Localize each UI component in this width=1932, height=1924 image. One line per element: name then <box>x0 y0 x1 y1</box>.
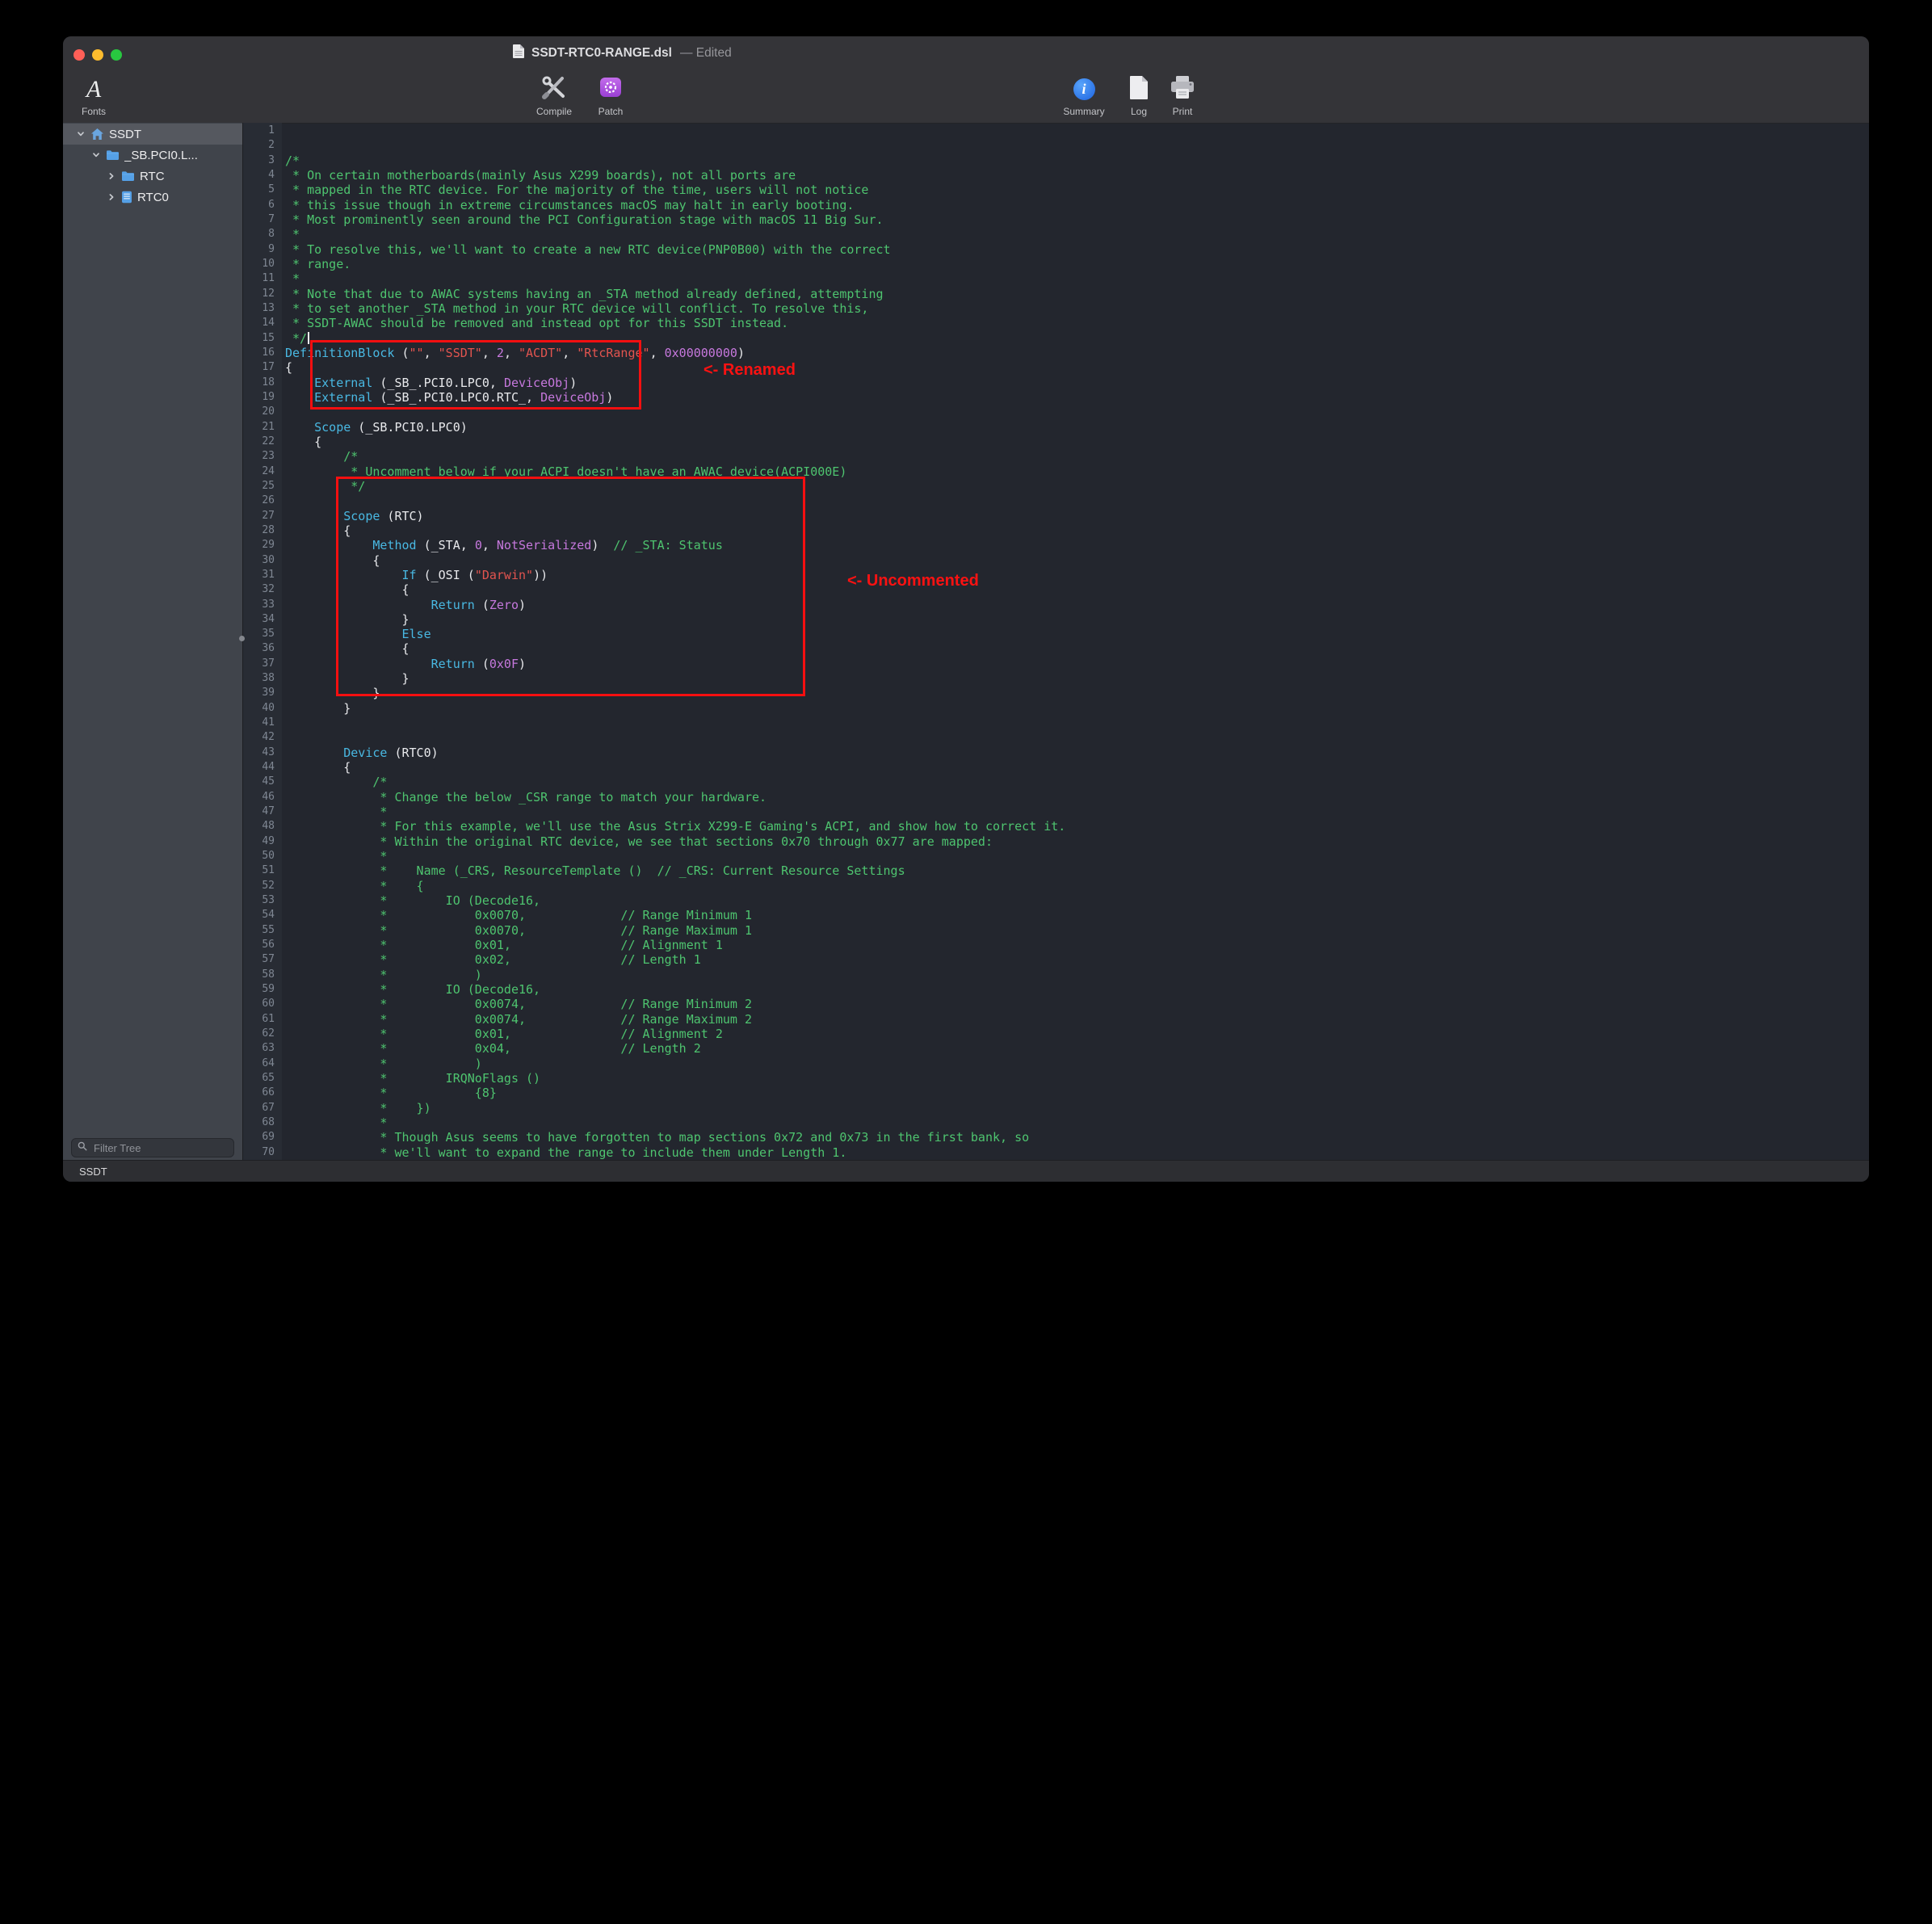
titlebar: SSDT-RTC0-RANGE.dsl — Edited <box>63 36 1869 70</box>
printer-icon <box>1170 75 1195 103</box>
close-button[interactable] <box>74 49 85 61</box>
sidebar-item-label: RTC0 <box>137 191 169 204</box>
chevron-down-icon[interactable] <box>76 130 86 138</box>
info-icon: i <box>1073 78 1095 100</box>
sidebar-item-label: _SB.PCI0.L... <box>124 149 198 162</box>
window-title: SSDT-RTC0-RANGE.dsl — Edited <box>512 36 732 70</box>
window-title-edited: — Edited <box>680 46 732 61</box>
uncommented-annotation: <- Uncommented <box>847 573 979 588</box>
line-numbers: 1234567891011121314151617181920212223242… <box>243 123 282 1161</box>
fonts-button[interactable]: A Fonts <box>63 74 124 117</box>
status-bar: SSDT <box>63 1160 1869 1182</box>
compile-tools-icon <box>540 74 569 104</box>
home-icon <box>90 128 104 141</box>
folder-icon <box>121 170 135 182</box>
fonts-icon: A <box>86 78 101 102</box>
toolbar: A Fonts Compile Patch i Summary <box>63 70 1869 124</box>
sidebar: SSDT _SB.PCI0.L... RTC RTC0 <box>63 123 243 1161</box>
summary-button[interactable]: i Summary <box>1053 74 1115 117</box>
status-bar-path: SSDT <box>79 1166 107 1178</box>
window-title-text: SSDT-RTC0-RANGE.dsl <box>531 46 672 61</box>
sidebar-item-rtc0[interactable]: RTC0 <box>63 187 242 208</box>
search-icon <box>78 1141 87 1155</box>
sidebar-item-ssdt[interactable]: SSDT <box>63 124 242 145</box>
minimize-button[interactable] <box>92 49 103 61</box>
maciasl-window: SSDT-RTC0-RANGE.dsl — Edited A Fonts Com… <box>63 36 1869 1182</box>
chevron-down-icon[interactable] <box>91 151 101 159</box>
sidebar-item-sb-pci0-l[interactable]: _SB.PCI0.L... <box>63 145 242 166</box>
folder-icon <box>106 149 120 161</box>
code-area[interactable]: /* * On certain motherboards(mainly Asus… <box>282 123 1869 1161</box>
sidebar-splitter-handle[interactable] <box>239 636 245 641</box>
chevron-right-icon[interactable] <box>107 193 116 201</box>
patch-icon <box>598 76 623 103</box>
traffic-lights <box>74 49 122 61</box>
chevron-right-icon[interactable] <box>107 172 116 180</box>
sidebar-item-label: SSDT <box>109 128 141 141</box>
code-lines: /* * On certain motherboards(mainly Asus… <box>285 153 1869 1161</box>
filter-tree-field[interactable] <box>71 1138 234 1157</box>
print-button[interactable]: Print <box>1152 74 1213 117</box>
sidebar-item-label: RTC <box>140 170 165 183</box>
window-content: SSDT _SB.PCI0.L... RTC RTC0 123456789101112… <box>63 123 1869 1161</box>
renamed-annotation: <- Renamed <box>704 363 796 377</box>
zoom-button[interactable] <box>111 49 122 61</box>
sidebar-tree: SSDT _SB.PCI0.L... RTC RTC0 <box>63 123 242 208</box>
filter-tree-input[interactable] <box>92 1141 228 1155</box>
sidebar-item-rtc[interactable]: RTC <box>63 166 242 187</box>
document-proxy-icon <box>512 44 525 63</box>
compile-button[interactable]: Compile <box>523 74 585 117</box>
patch-button[interactable]: Patch <box>580 74 641 117</box>
log-page-icon <box>1129 75 1149 104</box>
code-editor[interactable]: 1234567891011121314151617181920212223242… <box>243 123 1869 1161</box>
document-icon <box>121 191 132 204</box>
